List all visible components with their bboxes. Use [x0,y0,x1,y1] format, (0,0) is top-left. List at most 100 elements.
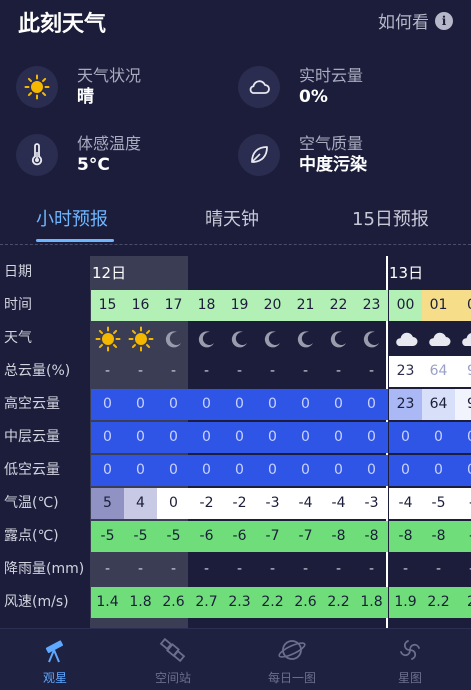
cell: 0 [190,455,223,486]
cell: 21 [289,290,322,321]
row-dew-point: 露点(℃)-5-5-5-6-6-7-7-8-8-8-8- [0,520,471,553]
planet-icon [247,635,337,665]
cell: 0 [124,422,157,453]
cell: 0 [289,422,322,453]
cell: - [335,363,342,379]
cell: - [170,561,177,577]
cell: 0 [455,455,471,486]
cell: 2 [455,587,471,618]
nav-label: 观星 [42,671,67,685]
cell: 0 [256,422,289,453]
nav-stargazing[interactable]: 观星 [10,635,100,686]
cell: 0 [124,389,157,420]
cell: 2.3 [223,587,256,618]
cell: -5 [157,521,190,552]
sun-icon [124,323,157,354]
nav-label: 星图 [397,671,422,685]
row-wind-speed: 风速(m/s) 1.4 1.8 2.6 2.7 2.3 2.2 2.6 2.2 1.8 1.9 2.2… [0,586,471,619]
cell: - [435,561,442,577]
cell: 0 [157,422,190,453]
cloud-icon [238,66,280,108]
cell: 23 [355,290,388,321]
day-label: 12日 [92,264,127,282]
cloud-icon [389,323,422,354]
how-to-read-button[interactable]: 如何看 i [378,8,453,33]
cell: -5 [422,488,455,519]
cell: 1.8 [124,587,157,618]
cell: - [170,363,177,379]
cell: - [269,561,276,577]
tab-clear-sky-clock[interactable]: 晴天钟 [205,205,259,231]
cell: - [455,554,471,585]
row-time: 时间 15161718192021222300010 [0,289,471,322]
stat-value: 晴 [77,87,94,107]
row-temperature: 气温(℃)540-2-2-3-4-4-3-4-5- [0,487,471,520]
nav-daily-picture[interactable]: 每日一图 [247,635,337,686]
row-label: 风速(m/s) [4,594,69,610]
cell: 1.8 [355,587,388,618]
cell: 19 [223,290,256,321]
nav-space-station[interactable]: 空间站 [128,635,218,686]
cell: 16 [124,290,157,321]
cell: 0 [190,389,223,420]
stat-label: 天气状况 [77,66,142,85]
cell: -3 [355,488,388,519]
cell: - [302,561,309,577]
cell: 0 [422,455,455,486]
stat-weather: 天气状况 晴 [16,66,141,108]
cell: 0 [389,455,422,486]
cell: 0 [91,422,124,453]
bottom-nav: 观星 空间站 每日一图 星图 [0,628,471,690]
cell: 20 [256,290,289,321]
cell: -2 [190,488,223,519]
cell: 64 [422,389,455,420]
leaf-icon [238,134,280,176]
cell: 0 [322,389,355,420]
divider [0,244,471,245]
cell: 0 [256,389,289,420]
cell: 18 [190,290,223,321]
cell: 23 [389,356,422,387]
cell: 1.4 [91,587,124,618]
cell: 0 [289,455,322,486]
cell: 1.9 [389,587,422,618]
cell: - [236,561,243,577]
cell: - [269,363,276,379]
tab-15-day[interactable]: 15日预报 [352,205,429,231]
cell: -8 [355,521,388,552]
telescope-icon [10,635,100,665]
cell: - [402,561,409,577]
row-high-cloud: 高空云量00000000023649 [0,388,471,421]
cell: - [203,561,210,577]
cell: 0 [322,455,355,486]
row-label: 降雨量(mm) [4,561,85,577]
cell: 0 [190,422,223,453]
tab-hourly[interactable]: 小时预报 [36,205,108,231]
stat-label: 实时云量 [299,66,364,85]
cell: -6 [190,521,223,552]
hourly-forecast-table[interactable]: 日期12日13日时间15161718192021222300010天气总云量(%… [0,256,471,628]
row-label: 露点(℃) [4,528,59,544]
cell: 0 [355,455,388,486]
cell: 23 [389,389,422,420]
cell: 0 [223,455,256,486]
cell: 0 [355,389,388,420]
forecast-tabs: 小时预报 晴天钟 15日预报 [0,205,471,242]
day-label: 13日 [389,264,424,282]
row-low-cloud: 低空云量000000000000 [0,454,471,487]
cell: - [335,561,342,577]
stat-value: 0% [299,87,328,107]
cell: -4 [389,488,422,519]
stat-air-quality: 空气质量 中度污染 [238,134,367,176]
row-total-cloud: 总云量(%)---------23649 [0,355,471,388]
cell: 0 [355,422,388,453]
cell: 4 [124,488,157,519]
moon-icon [289,323,322,354]
nav-star-map[interactable]: 星图 [365,635,455,686]
cell: -8 [389,521,422,552]
stat-value: 5°C [77,155,110,175]
cell: 0 [157,488,190,519]
galaxy-icon [365,635,455,665]
cell: 0 [91,455,124,486]
cell: - [455,488,471,519]
